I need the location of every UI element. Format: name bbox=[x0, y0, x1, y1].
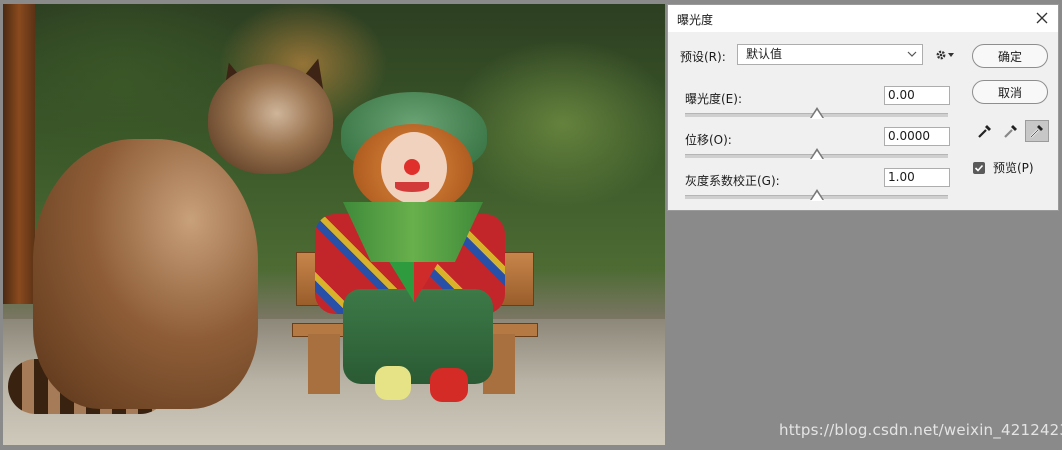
preview-checkbox[interactable] bbox=[973, 161, 985, 174]
checkmark-icon bbox=[974, 164, 984, 172]
doll-nose bbox=[404, 159, 420, 175]
preset-dropdown[interactable]: 默认值 bbox=[737, 44, 923, 65]
gamma-label: 灰度系数校正(G): bbox=[685, 174, 780, 188]
gray-point-eyedropper-button[interactable] bbox=[999, 120, 1023, 142]
watermark: https://blog.csdn.net/weixin_42124234 bbox=[779, 421, 1062, 439]
cat-body bbox=[33, 139, 258, 409]
exposure-dialog: 曝光度 预设(R): 默认值 确定 取消 曝光度(E): 0.00 位移(O):… bbox=[667, 4, 1059, 211]
white-point-eyedropper-button[interactable] bbox=[1025, 120, 1049, 142]
offset-slider-row: 位移(O): 0.0000 bbox=[682, 127, 952, 171]
preview-row: 预览(P) bbox=[973, 159, 1034, 176]
black-point-eyedropper-button[interactable] bbox=[973, 120, 997, 142]
gear-icon bbox=[936, 50, 946, 60]
exposure-slider-row: 曝光度(E): 0.00 bbox=[682, 86, 952, 130]
dialog-title: 曝光度 bbox=[677, 13, 714, 27]
doll-shoe-right bbox=[430, 368, 468, 402]
dialog-titlebar[interactable]: 曝光度 bbox=[668, 5, 1058, 32]
document-canvas[interactable] bbox=[3, 4, 665, 445]
close-button[interactable] bbox=[1032, 8, 1052, 28]
offset-input[interactable]: 0.0000 bbox=[884, 127, 950, 146]
doll-mouth bbox=[395, 182, 429, 192]
offset-label: 位移(O): bbox=[685, 133, 732, 147]
offset-slider-thumb[interactable] bbox=[810, 151, 823, 160]
exposure-input[interactable]: 0.00 bbox=[884, 86, 950, 105]
doll-pants bbox=[343, 289, 493, 384]
cancel-button-label: 取消 bbox=[997, 85, 1022, 100]
black-point-eyedropper-icon bbox=[978, 125, 991, 138]
close-icon bbox=[1036, 12, 1048, 24]
cancel-button[interactable]: 取消 bbox=[972, 80, 1048, 104]
exposure-label: 曝光度(E): bbox=[685, 92, 742, 106]
cat-head bbox=[208, 64, 333, 174]
ok-button-label: 确定 bbox=[997, 49, 1022, 64]
gamma-slider-thumb[interactable] bbox=[810, 192, 823, 201]
white-point-eyedropper-icon bbox=[1030, 125, 1043, 138]
preset-value: 默认值 bbox=[746, 47, 783, 61]
preset-options-button[interactable] bbox=[934, 47, 956, 63]
gamma-slider-row: 灰度系数校正(G): 1.00 bbox=[682, 168, 952, 212]
ok-button[interactable]: 确定 bbox=[972, 44, 1048, 68]
preview-label: 预览(P) bbox=[993, 161, 1034, 175]
exposure-slider-thumb[interactable] bbox=[810, 110, 823, 119]
wooden-post bbox=[3, 4, 35, 304]
bench-leg bbox=[308, 334, 340, 394]
gamma-input[interactable]: 1.00 bbox=[884, 168, 950, 187]
gray-point-eyedropper-icon bbox=[1004, 125, 1017, 138]
preset-label: 预设(R): bbox=[680, 50, 726, 64]
chevron-down-icon bbox=[907, 51, 917, 57]
doll-shoe-left bbox=[375, 366, 411, 400]
chevron-down-icon bbox=[948, 53, 954, 57]
